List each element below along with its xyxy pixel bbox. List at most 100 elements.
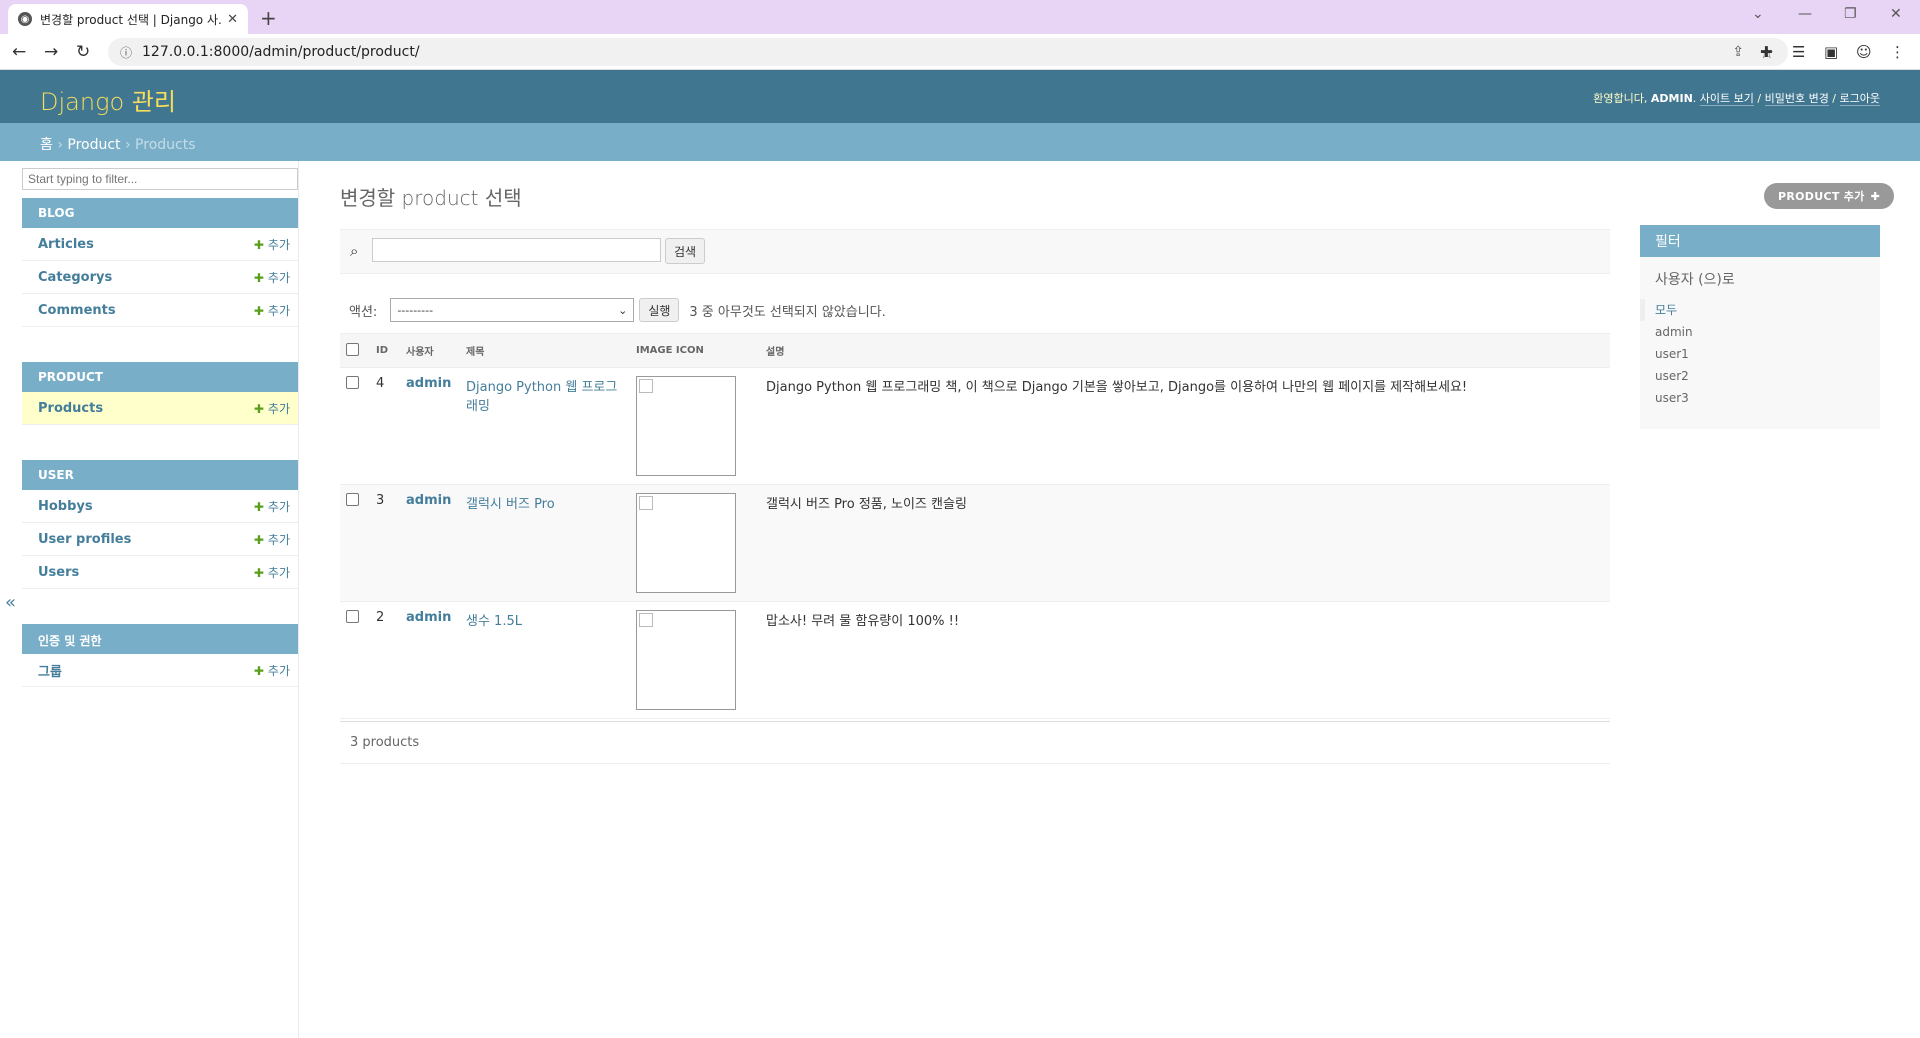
module-auth: 인증 및 권한 그룹 ✚ 추가: [22, 624, 298, 687]
search-bar: ⌕ 검색: [340, 229, 1610, 274]
close-tab-icon[interactable]: ✕: [227, 12, 238, 27]
filter-option-admin[interactable]: admin: [1640, 321, 1880, 343]
add-product-button[interactable]: PRODUCT 추가 ✚: [1764, 183, 1895, 209]
info-icon[interactable]: ⓘ: [120, 44, 132, 61]
close-window-icon[interactable]: ✕: [1890, 6, 1902, 22]
sidebar-item-hobbys: Hobbys ✚ 추가: [22, 490, 298, 523]
filter-option-user3[interactable]: user3: [1640, 387, 1880, 409]
cell-desc: 맙소사! 무려 물 함유량이 100% !!: [760, 601, 1610, 719]
sidebar-item-link[interactable]: Products: [38, 401, 103, 416]
extensions-icon[interactable]: ✚: [1760, 43, 1773, 61]
sidebar-item-link[interactable]: Comments: [38, 303, 116, 318]
cell-title-link[interactable]: Django Python 웹 프로그래밍: [460, 367, 630, 485]
cell-id: 4: [370, 367, 400, 485]
module-caption[interactable]: PRODUCT: [22, 362, 298, 392]
sidebar-item-link[interactable]: Categorys: [38, 270, 112, 285]
cell-user[interactable]: admin: [400, 484, 460, 602]
sidebar-item-comments: Comments ✚ 추가: [22, 294, 298, 327]
add-label: 추가: [267, 499, 290, 514]
share-icon[interactable]: ⇪: [1732, 44, 1744, 60]
action-select[interactable]: --------- ⌄: [390, 298, 635, 322]
cell-id: 2: [370, 601, 400, 719]
search-button[interactable]: 검색: [665, 238, 706, 264]
plus-icon: ✚: [253, 565, 264, 580]
sidebar-item-link[interactable]: 그룹: [38, 661, 62, 680]
user-tools: 환영합니다, ADMIN. 사이트 보기 / 비밀번호 변경 / 로그아웃: [1593, 92, 1880, 106]
plus-icon: ✚: [253, 237, 264, 252]
forward-icon[interactable]: →: [44, 42, 58, 62]
breadcrumb: 홈 › Product › Products: [0, 123, 1920, 161]
cell-user[interactable]: admin: [400, 367, 460, 485]
changelist-filter: 필터 사용자 (으)로 모두 admin user1 user2 user3: [1640, 225, 1880, 429]
row-checkbox[interactable]: [346, 610, 359, 623]
reading-list-icon[interactable]: ☰: [1792, 43, 1805, 61]
add-label: 추가: [267, 303, 290, 318]
add-link[interactable]: ✚ 추가: [254, 400, 290, 417]
breadcrumb-home[interactable]: 홈: [40, 137, 53, 153]
admin-header: Django 관리 환영합니다, ADMIN. 사이트 보기 / 비밀번호 변경…: [0, 70, 1920, 123]
logout-link[interactable]: 로그아웃: [1839, 92, 1880, 106]
column-header-user[interactable]: 사용자: [400, 333, 460, 368]
url-text: 127.0.0.1:8000/admin/product/product/: [142, 44, 420, 60]
minimize-icon[interactable]: —: [1798, 6, 1812, 22]
run-action-button[interactable]: 실행: [639, 298, 680, 322]
module-caption[interactable]: USER: [22, 460, 298, 490]
action-selected-value: ---------: [397, 303, 434, 317]
nav-filter-input[interactable]: [22, 168, 298, 190]
cell-desc: 갤럭시 버즈 Pro 정품, 노이즈 캔슬링: [760, 484, 1610, 602]
plus-icon: ✚: [1870, 189, 1881, 203]
side-panel-icon[interactable]: ▣: [1824, 43, 1838, 61]
sidebar-item-link[interactable]: Articles: [38, 237, 94, 252]
search-input[interactable]: [372, 238, 661, 262]
cell-user[interactable]: admin: [400, 601, 460, 719]
add-link[interactable]: ✚ 추가: [254, 564, 290, 581]
back-icon[interactable]: ←: [12, 42, 26, 62]
cell-title-link[interactable]: 생수 1.5L: [460, 601, 630, 719]
module-caption[interactable]: 인증 및 권한: [22, 624, 298, 654]
plus-icon: ✚: [253, 270, 264, 285]
reload-icon[interactable]: ↻: [76, 42, 90, 62]
add-link[interactable]: ✚ 추가: [254, 662, 290, 679]
column-header-title[interactable]: 제목: [460, 333, 630, 368]
sidebar-item-link[interactable]: Users: [38, 565, 79, 580]
add-label: 추가: [267, 565, 290, 580]
sidebar-collapse-icon[interactable]: «: [5, 592, 16, 613]
browser-tabstrip: ◉ 변경할 product 선택 | Django 사... ✕ + ⌄ — ❐…: [0, 0, 1920, 34]
row-checkbox[interactable]: [346, 376, 359, 389]
breadcrumb-app[interactable]: Product: [67, 137, 120, 153]
add-link[interactable]: ✚ 추가: [254, 236, 290, 253]
sidebar-item-link[interactable]: Hobbys: [38, 499, 93, 514]
column-header-image[interactable]: IMAGE ICON: [630, 333, 760, 368]
module-blog: BLOG Articles ✚ 추가 Categorys ✚ 추가 Comments…: [22, 198, 298, 354]
cell-title-link[interactable]: 갤럭시 버즈 Pro: [460, 484, 630, 602]
menu-icon[interactable]: ⋮: [1890, 43, 1905, 61]
browser-toolbar: ← → ↻ ⓘ 127.0.0.1:8000/admin/product/pro…: [0, 34, 1920, 70]
new-tab-icon[interactable]: +: [260, 6, 277, 30]
browser-tab[interactable]: ◉ 변경할 product 선택 | Django 사... ✕: [8, 4, 248, 34]
add-link[interactable]: ✚ 추가: [254, 531, 290, 548]
tab-search-icon[interactable]: ⌄: [1752, 6, 1764, 22]
column-header-desc[interactable]: 설명: [760, 333, 1610, 368]
add-link[interactable]: ✚ 추가: [254, 302, 290, 319]
chevron-down-icon: ⌄: [618, 303, 628, 317]
site-branding[interactable]: Django 관리: [40, 82, 176, 117]
change-password-link[interactable]: 비밀번호 변경: [1764, 92, 1829, 106]
filter-option-all[interactable]: 모두: [1640, 299, 1880, 321]
view-site-link[interactable]: 사이트 보기: [1699, 92, 1754, 106]
select-all-header: [340, 333, 370, 368]
select-all-checkbox[interactable]: [346, 342, 359, 356]
add-link[interactable]: ✚ 추가: [254, 269, 290, 286]
row-checkbox[interactable]: [346, 493, 359, 506]
add-link[interactable]: ✚ 추가: [254, 498, 290, 515]
column-header-id[interactable]: ID: [370, 333, 400, 368]
filter-option-user2[interactable]: user2: [1640, 365, 1880, 387]
add-label: 추가: [267, 663, 290, 678]
sidebar-item-link[interactable]: User profiles: [38, 532, 131, 547]
restore-icon[interactable]: ❐: [1844, 6, 1857, 22]
profile-avatar-icon[interactable]: ☺: [1856, 43, 1872, 61]
address-bar[interactable]: ⓘ 127.0.0.1:8000/admin/product/product/ …: [108, 38, 1788, 66]
module-caption[interactable]: BLOG: [22, 198, 298, 228]
filter-option-user1[interactable]: user1: [1640, 343, 1880, 365]
plus-icon: ✚: [253, 401, 264, 416]
plus-icon: ✚: [253, 499, 264, 514]
